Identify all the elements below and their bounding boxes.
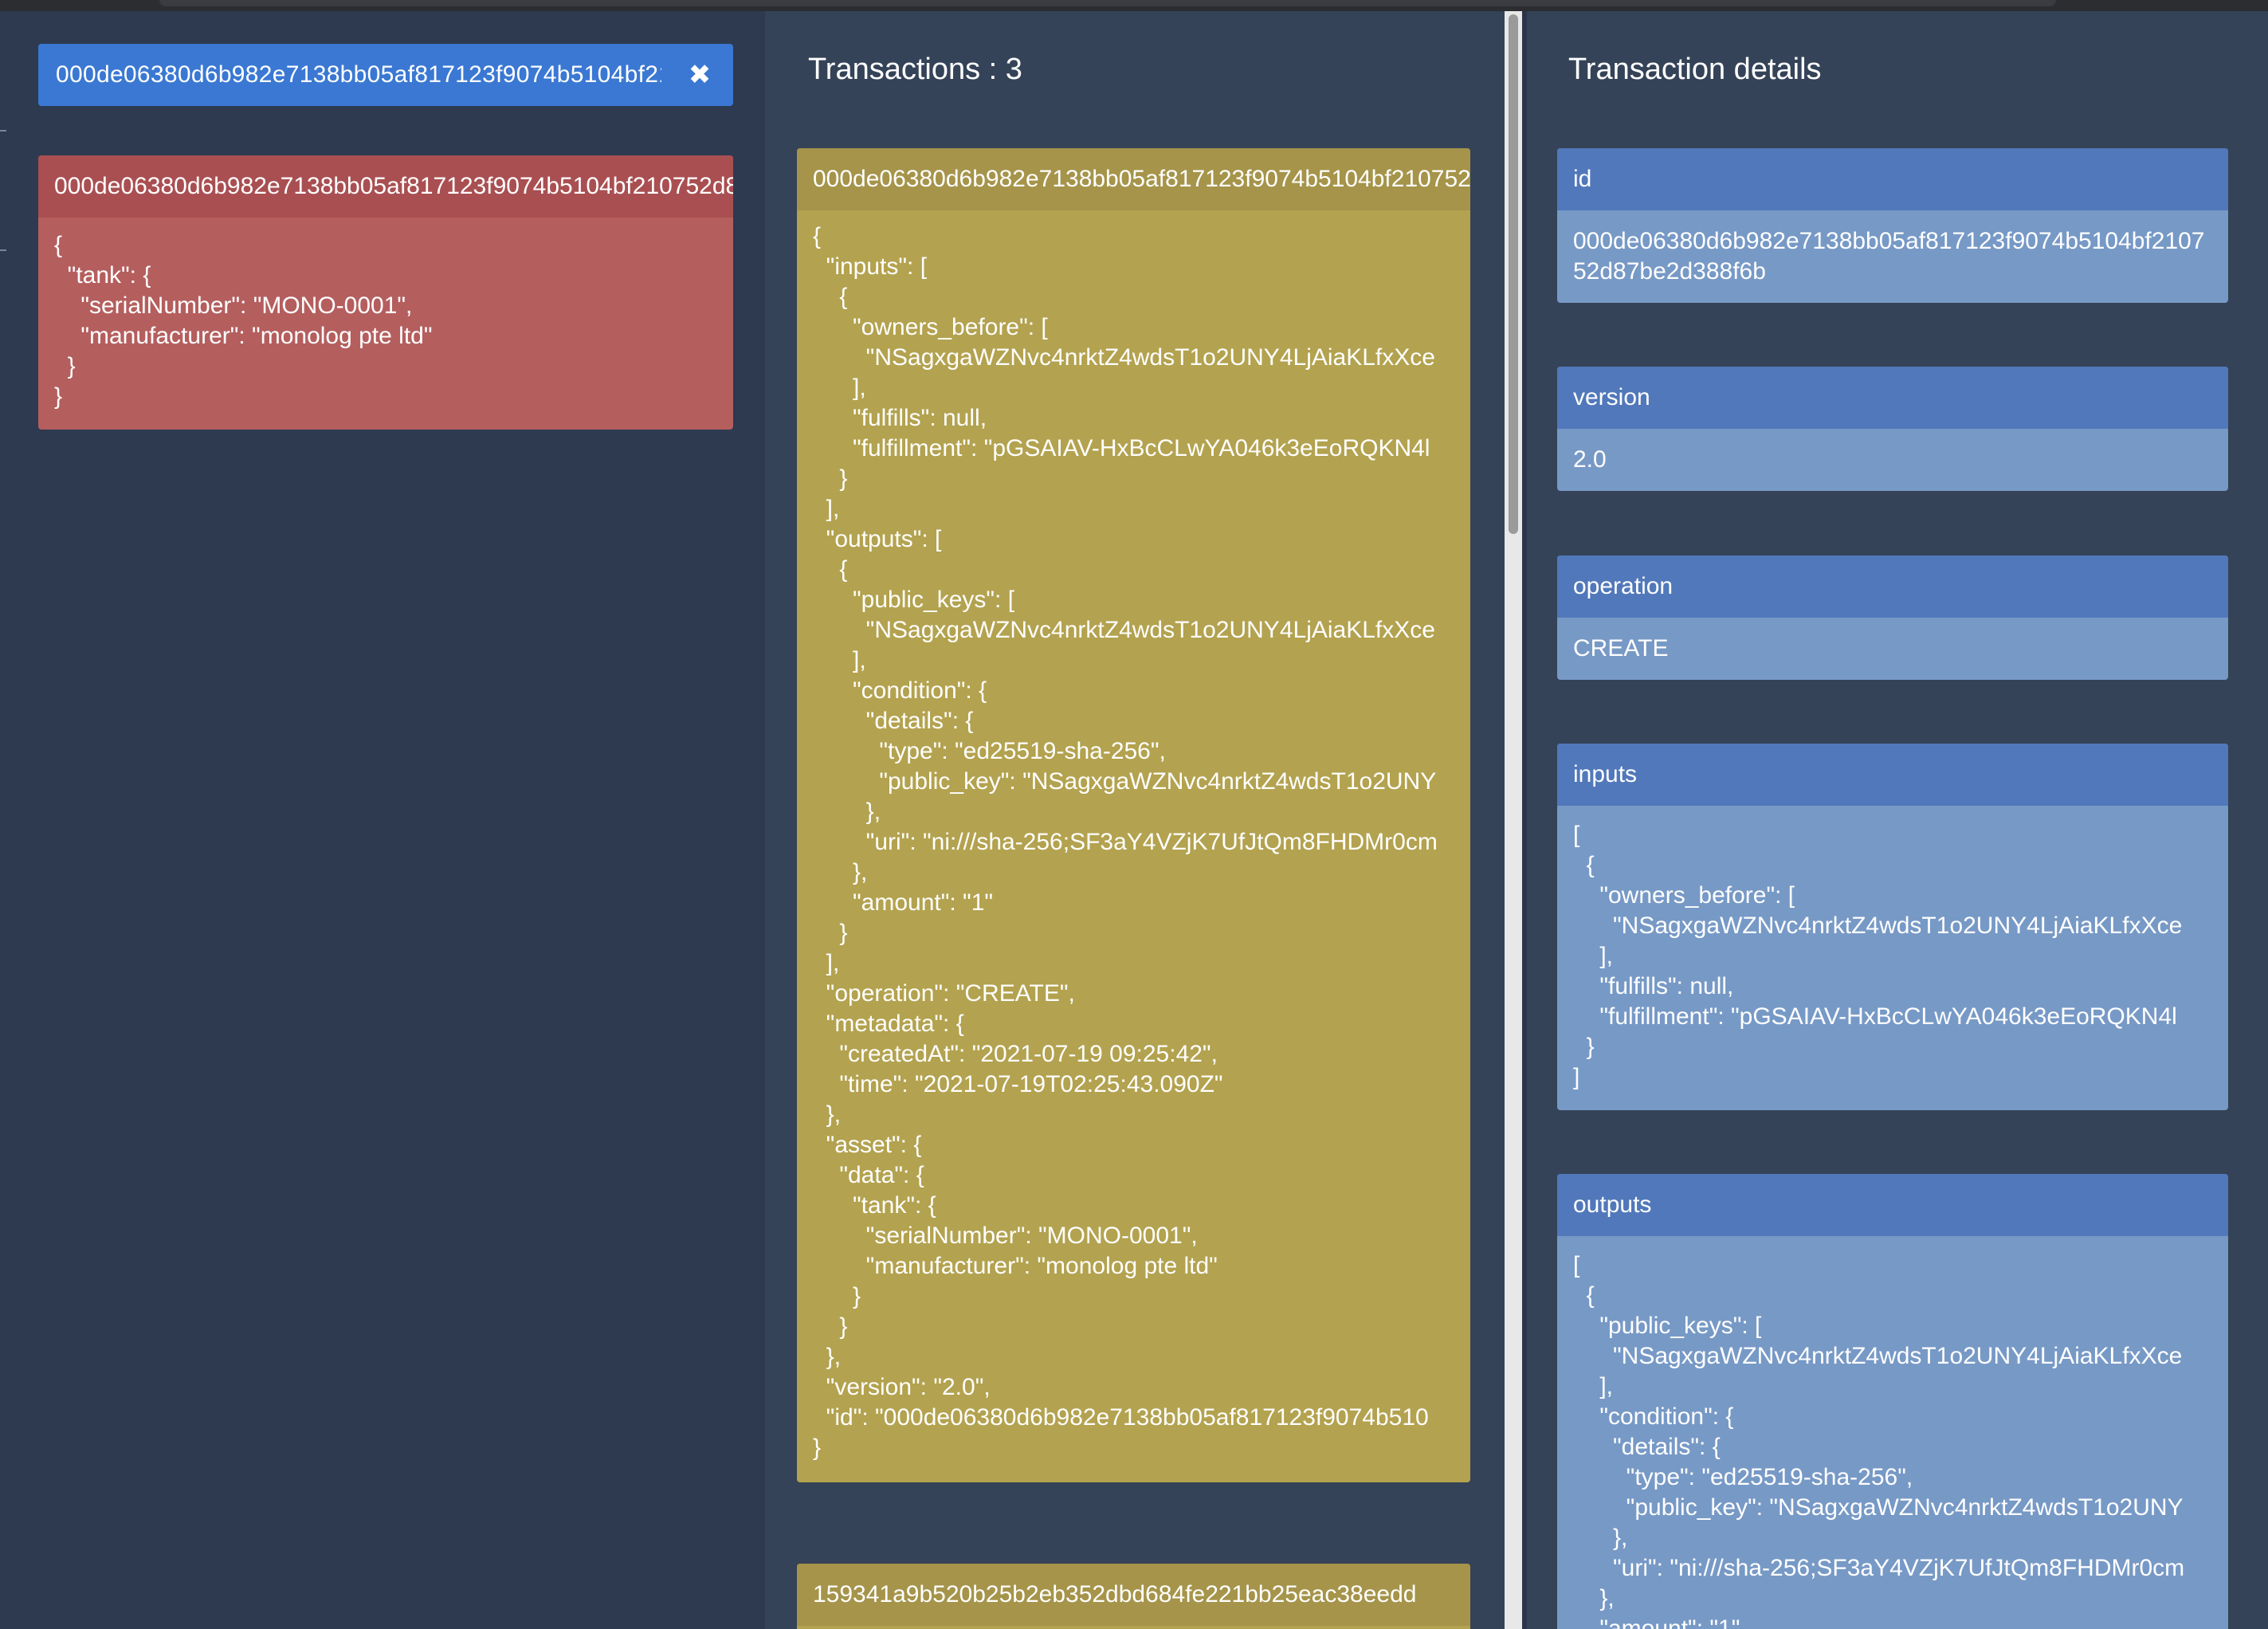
detail-inputs-label: inputs [1557,744,2228,806]
transactions-scrollbar[interactable] [1505,11,1522,1629]
transactions-title: Transactions : 3 [808,53,1022,86]
detail-operation-value: CREATE [1573,635,1669,661]
detail-operation: operation CREATE [1557,555,2228,680]
asset-card-header: 000de06380d6b982e7138bb05af817123f9074b5… [38,155,733,218]
details-title: Transaction details [1568,53,1822,86]
panel-divider [1522,11,1527,1629]
detail-version-value: 2.0 [1573,446,1607,473]
transaction-card[interactable]: 000de06380d6b982e7138bb05af817123f9074b5… [797,148,1470,1482]
edge-tick [0,249,6,251]
detail-inputs: inputs [ { "owners_before": [ "NSagxgaWZ… [1557,744,2228,1110]
asset-card[interactable]: 000de06380d6b982e7138bb05af817123f9074b5… [38,155,733,430]
detail-outputs-label: outputs [1557,1174,2228,1236]
edge-tick [0,130,6,131]
detail-id-label: id [1557,148,2228,210]
detail-id: id 000de06380d6b982e7138bb05af817123f907… [1557,148,2228,303]
detail-outputs-value: [ { "public_keys": [ "NSagxgaWZNvc4nrktZ… [1573,1252,2185,1629]
asset-id-filter-chip[interactable]: 000de06380d6b982e7138bb05af817123f9074b5… [38,44,733,106]
detail-outputs: outputs [ { "public_keys": [ "NSagxgaWZN… [1557,1174,2228,1629]
transaction-card-header: 000de06380d6b982e7138bb05af817123f9074b5… [797,148,1470,210]
detail-id-value: 000de06380d6b982e7138bb05af817123f9074b5… [1573,228,2205,285]
detail-version: version 2.0 [1557,367,2228,491]
scrollbar-thumb[interactable] [1509,14,1518,534]
transaction-card-body: { "inputs": [ { "owners_before": [ "NSag… [813,223,1438,1461]
browser-top-bar [0,0,2268,11]
transaction-card-header: 159341a9b520b25b2eb352dbd684fe221bb25eac… [797,1564,1470,1626]
asset-card-body: { "tank": { "serialNumber": "MONO-0001",… [54,232,433,410]
close-icon[interactable]: ✖ [684,59,716,91]
detail-inputs-value: [ { "owners_before": [ "NSagxgaWZNvc4nrk… [1573,822,2183,1090]
transaction-card[interactable]: 159341a9b520b25b2eb352dbd684fe221bb25eac… [797,1564,1470,1629]
browser-tab-strip [159,0,2056,6]
detail-version-label: version [1557,367,2228,429]
detail-operation-label: operation [1557,555,2228,618]
asset-id-filter-value: 000de06380d6b982e7138bb05af817123f9074b5… [56,61,661,88]
